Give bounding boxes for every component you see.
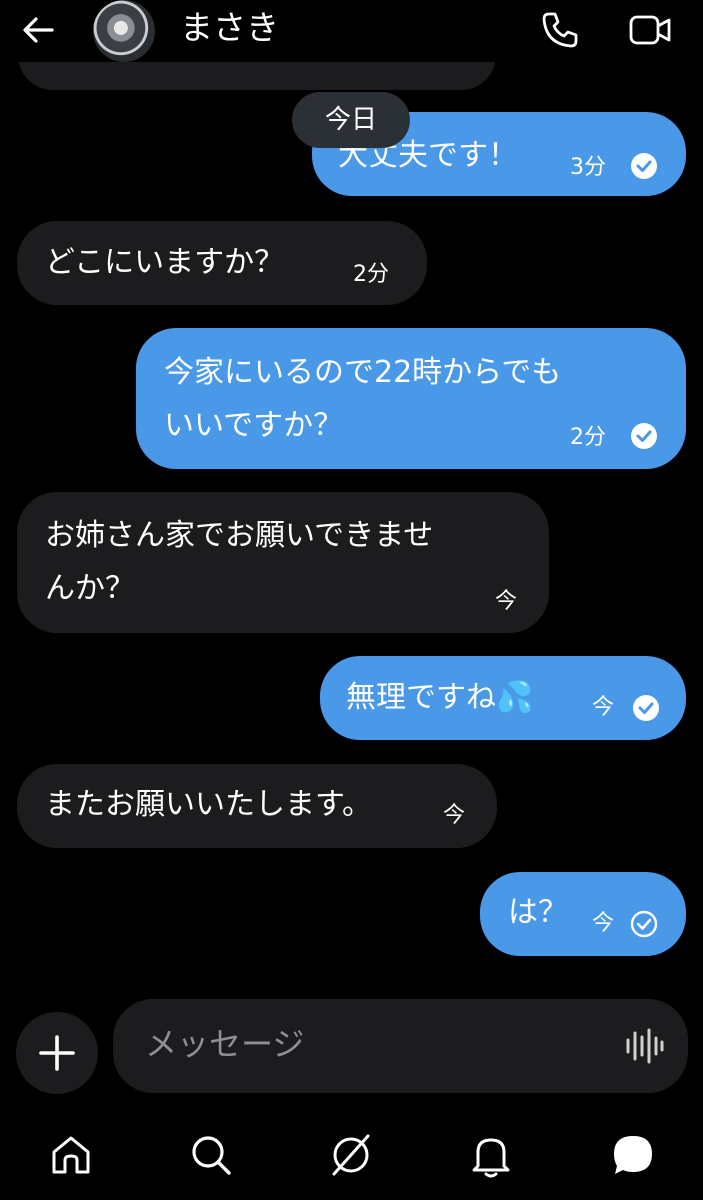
- date-separator: 今日: [292, 92, 410, 148]
- message-time: 今: [592, 911, 615, 936]
- message-time: 2分: [570, 425, 606, 450]
- bell-icon[interactable]: [466, 1130, 516, 1180]
- add-attachment-button[interactable]: [16, 1012, 98, 1094]
- sent-check-icon: [630, 910, 658, 938]
- message-text: どこにいますか？: [45, 245, 285, 280]
- chat-bubble-icon[interactable]: [608, 1130, 658, 1180]
- message-text-line-1: お姉さん家でお願いできませ: [45, 518, 434, 553]
- chat-header: まさき: [0, 0, 703, 62]
- message-text: は？: [508, 895, 568, 930]
- message-time: 3分: [570, 155, 606, 180]
- message-time: 2分: [353, 262, 389, 287]
- plus-icon: [39, 1035, 75, 1071]
- incoming-message[interactable]: お姉さん家でお願いできませ んか？ 今: [17, 492, 549, 633]
- message-text-line-1: 今家にいるので22時からでも: [164, 355, 562, 390]
- message-time: 今: [443, 803, 466, 828]
- outgoing-message[interactable]: は？ 今: [480, 872, 686, 956]
- message-text: またお願いいたします。: [45, 787, 372, 822]
- message-text-line-2: いいですか？: [164, 408, 344, 443]
- message-input[interactable]: メッセージ: [145, 1021, 304, 1067]
- outgoing-message[interactable]: 今家にいるので22時からでも いいですか？ 2分: [136, 328, 686, 469]
- search-icon[interactable]: [186, 1130, 236, 1180]
- avatar[interactable]: [93, 0, 155, 62]
- video-camera-icon[interactable]: [628, 12, 672, 48]
- incoming-message[interactable]: どこにいますか？ 2分: [17, 221, 427, 305]
- contact-name[interactable]: まさき: [180, 8, 279, 48]
- read-check-icon: [631, 153, 657, 179]
- read-check-icon: [633, 695, 659, 721]
- message-time: 今: [495, 589, 518, 614]
- read-check-icon: [631, 423, 657, 449]
- message-text-line-2: んか？: [45, 571, 135, 606]
- compass-icon[interactable]: [326, 1130, 376, 1180]
- message-composer[interactable]: メッセージ: [113, 999, 688, 1093]
- bottom-navigation: [0, 1110, 703, 1200]
- outgoing-message[interactable]: 無理ですね💦 今: [320, 656, 686, 740]
- message-text: 無理ですね💦: [346, 680, 534, 715]
- home-icon[interactable]: [46, 1130, 96, 1180]
- voice-waveform-icon[interactable]: [624, 1027, 664, 1065]
- message-time: 今: [592, 695, 615, 720]
- arrow-left-icon[interactable]: [18, 12, 58, 48]
- incoming-message[interactable]: またお願いいたします。 今: [17, 764, 497, 848]
- phone-icon[interactable]: [540, 10, 580, 50]
